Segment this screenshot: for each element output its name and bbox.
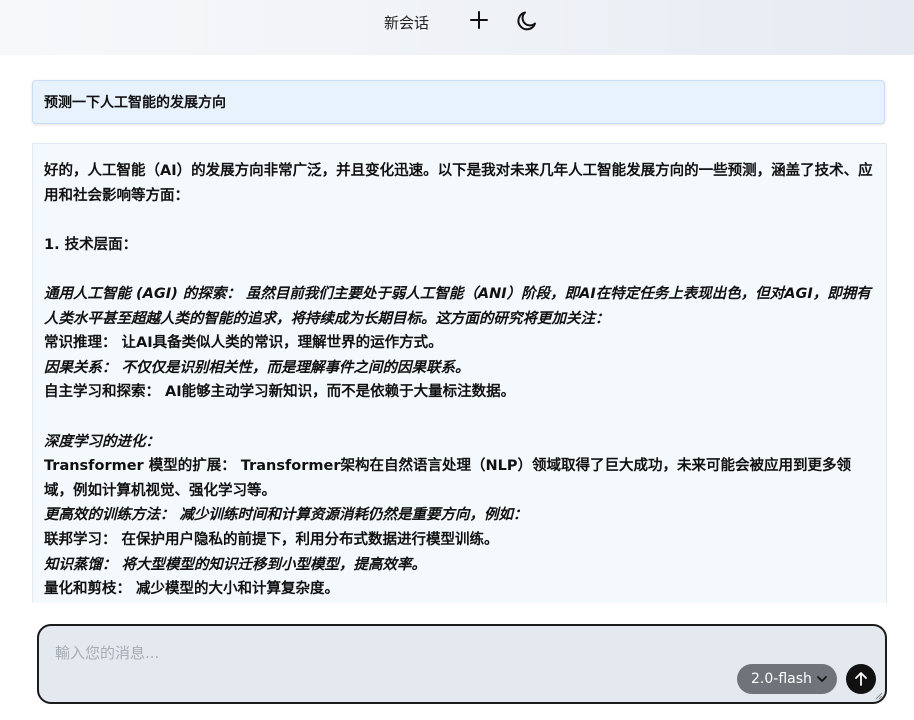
agi-title: 通用人工智能 (AGI) 的探索： xyxy=(44,285,241,302)
distill-line: 知识蒸馏： 将大型模型的知识迁移到小型模型，提高效率。 xyxy=(44,553,875,578)
federated-line: 联邦学习： 在保护用户隐私的前提下，利用分布式数据进行模型训练。 xyxy=(44,528,875,553)
causality-title: 因果关系： xyxy=(44,359,117,376)
model-select-value: 2.0-flash xyxy=(751,671,812,687)
distill-title: 知识蒸馏： xyxy=(44,556,117,573)
chat-area[interactable]: 预测一下人工智能的发展方向 好的，人工智能（AI）的发展方向非常广泛，并且变化迅… xyxy=(0,55,914,603)
efficient-line: 更高效的训练方法： 减少训练时间和计算资源消耗仍然是重要方向，例如： xyxy=(44,503,875,528)
autonomous-text: AI能够主动学习新知识，而不是依赖于大量标注数据。 xyxy=(160,384,516,401)
quant-text: 减少模型的大小和计算复杂度。 xyxy=(131,581,340,598)
resize-grip-icon[interactable] xyxy=(875,692,883,700)
quant-line: 量化和剪枝： 减少模型的大小和计算复杂度。 xyxy=(44,577,875,602)
message-input[interactable] xyxy=(53,640,747,674)
section-heading: 1. 技术层面： xyxy=(44,236,138,253)
causality-line: 因果关系： 不仅仅是识别相关性，而是理解事件之间的因果联系。 xyxy=(44,356,875,381)
message-composer: 2.0-flash xyxy=(37,624,887,704)
autonomous-title: 自主学习和探索： xyxy=(44,384,160,401)
arrow-up-icon xyxy=(855,672,867,686)
assistant-intro: 好的，人工智能（AI）的发展方向非常广泛，并且变化迅速。以下是我对未来几年人工智… xyxy=(44,163,873,204)
theme-toggle-button[interactable] xyxy=(513,7,541,35)
top-bar: 新会话 xyxy=(0,0,914,55)
user-message: 预测一下人工智能的发展方向 xyxy=(32,80,885,124)
conversation-title: 新会话 xyxy=(384,14,430,32)
efficient-text: 减少训练时间和计算资源消耗仍然是重要方向，例如： xyxy=(174,507,528,524)
chevron-down-icon xyxy=(817,676,827,682)
autonomous-line: 自主学习和探索： AI能够主动学习新知识，而不是依赖于大量标注数据。 xyxy=(44,380,875,405)
model-select[interactable]: 2.0-flash xyxy=(737,664,837,694)
assistant-message: 好的，人工智能（AI）的发展方向非常广泛，并且变化迅速。以下是我对未来几年人工智… xyxy=(32,143,887,603)
distill-text: 将大型模型的知识迁移到小型模型，提高效率。 xyxy=(116,556,427,573)
quant-title: 量化和剪枝： xyxy=(44,581,131,598)
new-chat-button[interactable] xyxy=(466,7,492,33)
moon-icon xyxy=(517,11,536,31)
transformer-title: Transformer 模型的扩展： xyxy=(44,458,236,475)
common-sense-text: 让AI具备类似人类的常识，理解世界的运作方式。 xyxy=(116,335,443,352)
deep-learning-heading: 深度学习的进化： xyxy=(44,430,875,455)
plus-icon xyxy=(470,11,488,29)
deep-learning-title: 深度学习的进化： xyxy=(44,433,160,450)
send-button[interactable] xyxy=(846,664,876,694)
causality-text: 不仅仅是识别相关性，而是理解事件之间的因果联系。 xyxy=(116,359,470,376)
transformer-line: Transformer 模型的扩展： Transformer架构在自然语言处理（… xyxy=(44,454,875,503)
common-sense-title: 常识推理： xyxy=(44,335,117,352)
common-sense-line: 常识推理： 让AI具备类似人类的常识，理解世界的运作方式。 xyxy=(44,331,875,356)
federated-text: 在保护用户隐私的前提下，利用分布式数据进行模型训练。 xyxy=(116,531,499,548)
agi-paragraph: 通用人工智能 (AGI) 的探索： 虽然目前我们主要处于弱人工智能（ANI）阶段… xyxy=(44,282,875,331)
federated-title: 联邦学习： xyxy=(44,531,117,548)
efficient-title: 更高效的训练方法： xyxy=(44,507,175,524)
